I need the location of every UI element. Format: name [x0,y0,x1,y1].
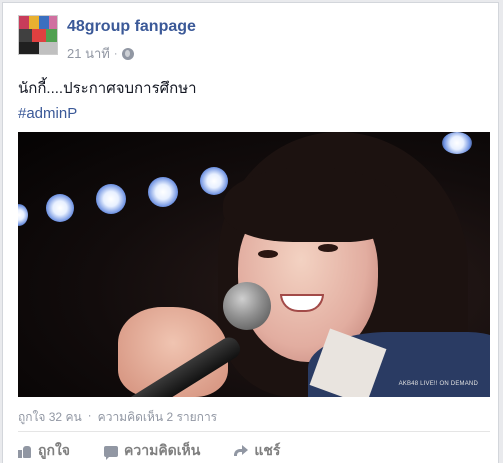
comment-button[interactable]: ความคิดเห็น [104,440,200,462]
stage-light [96,184,126,214]
comment-label: ความคิดเห็น [124,442,201,458]
post-timestamp[interactable]: 21 นาที [67,43,110,64]
post-text: นักกี้....ประกาศจบการศึกษา [18,80,197,97]
page-avatar[interactable] [18,15,58,55]
video-watermark: AKB48 LIVE!! ON DEMAND [398,381,478,387]
performer-eye [318,244,338,252]
stage-light [442,132,472,154]
likes-count-link[interactable]: ถูกใจ 32 คน [18,408,82,427]
post-meta: 21 นาที · [67,43,134,64]
post-photo[interactable]: AKB48 LIVE!! ON DEMAND [18,132,490,397]
comments-count-link[interactable]: ความคิดเห็น 2 รายการ [98,408,217,427]
stage-light [18,204,28,226]
actions-divider [18,431,490,432]
page-name-link[interactable]: 48group fanpage [67,18,196,36]
hashtag-link[interactable]: #adminP [18,105,77,122]
post-stats: ถูกใจ 32 คน · ความคิดเห็น 2 รายการ [18,408,217,427]
globe-icon[interactable] [121,47,134,60]
stats-separator: · [87,408,92,422]
stage-light [200,167,228,195]
share-button[interactable]: แชร์ [234,440,280,462]
comment-icon [104,445,118,460]
share-label: แชร์ [254,442,281,458]
share-arrow-icon [234,444,249,458]
post-actions: ถูกใจ ความคิดเห็น แชร์ [18,440,314,462]
microphone-head [223,282,271,330]
stage-light [148,177,178,207]
performer-bangs [223,167,398,242]
performer-eye [258,250,278,258]
thumbs-up-icon [18,445,32,458]
post-card: 48group fanpage 21 นาที · นักกี้....ประก… [2,2,499,463]
meta-separator: · [113,47,118,60]
like-button[interactable]: ถูกใจ [18,440,70,462]
stage-light [46,194,74,222]
like-label: ถูกใจ [38,442,70,458]
